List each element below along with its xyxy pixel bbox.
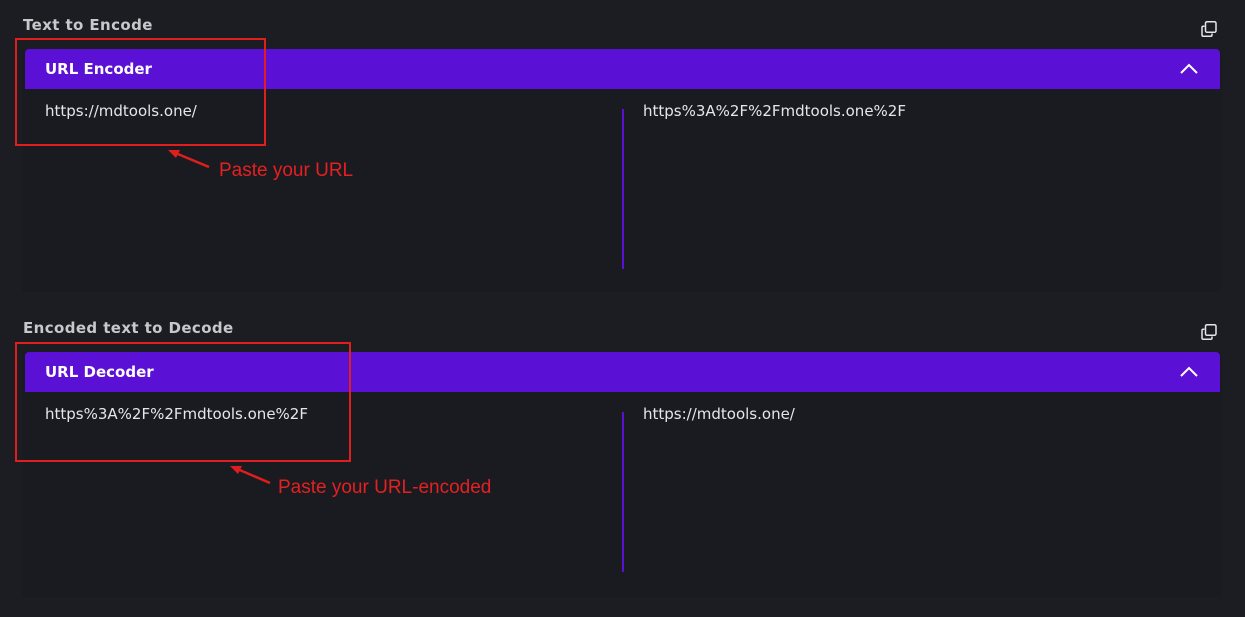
decoder-section-label: Encoded text to Decode: [23, 319, 234, 337]
encoder-output-field[interactable]: https%3A%2F%2Fmdtools.one%2F: [643, 102, 906, 120]
chevron-up-icon[interactable]: [1179, 61, 1199, 77]
decoder-annotation: Paste your URL-encoded: [278, 477, 492, 498]
decoder-highlight-box: [15, 342, 351, 462]
encoder-section-label: Text to Encode: [23, 16, 153, 34]
encoder-annotation: Paste your URL: [219, 160, 354, 181]
panel-divider: [622, 412, 624, 572]
decoder-output-field[interactable]: https://mdtools.one/: [643, 405, 795, 423]
chevron-up-icon[interactable]: [1179, 364, 1199, 380]
copy-icon[interactable]: [1201, 324, 1217, 340]
annotation-arrow-icon: [230, 466, 271, 485]
annotation-arrow-icon: [168, 150, 210, 169]
copy-icon[interactable]: [1201, 21, 1217, 37]
encoder-highlight-box: [15, 38, 266, 146]
panel-divider: [622, 109, 624, 269]
